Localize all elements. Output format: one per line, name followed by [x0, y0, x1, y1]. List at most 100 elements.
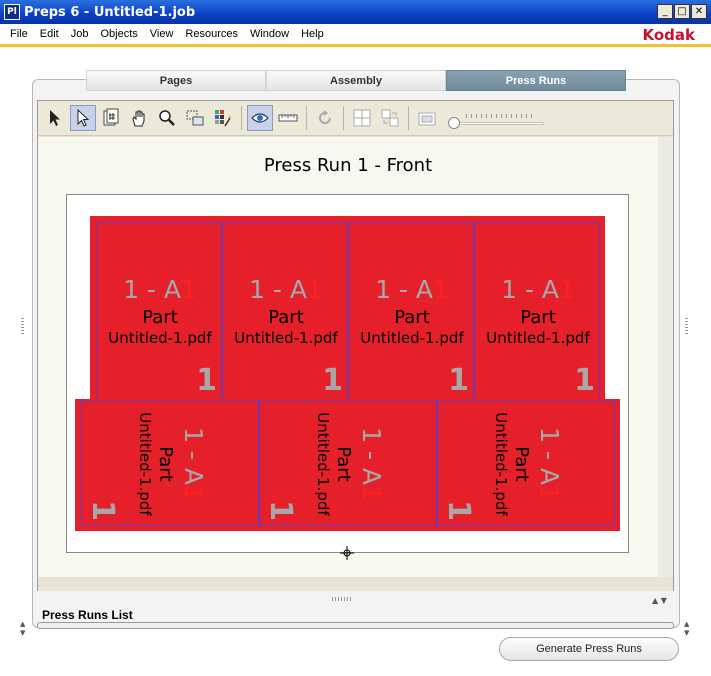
- close-button[interactable]: ✕: [691, 4, 707, 19]
- rotated-page: 1 - A1 Part Untitled-1.pdf 1: [260, 401, 436, 525]
- part-label: Part: [333, 446, 354, 482]
- page-cell-top[interactable]: 1 - A1 Part Untitled-1.pdf 1: [348, 222, 474, 400]
- window-title: Preps 6 - Untitled-1.job: [24, 4, 196, 20]
- page-number-label: 1: [322, 363, 343, 398]
- page-content: 1 - A1 Part Untitled-1.pdf 1: [475, 223, 599, 399]
- page-id-main: 1 - A: [179, 427, 208, 486]
- film-icon[interactable]: [414, 105, 440, 131]
- page-number-label: 1: [85, 500, 120, 521]
- tab-pages[interactable]: Pages: [86, 70, 266, 91]
- layout-icon[interactable]: [349, 105, 375, 131]
- page-id-main: 1 - A: [501, 275, 560, 304]
- horizontal-scrollbar[interactable]: [38, 577, 673, 591]
- file-name-label: Untitled-1.pdf: [492, 412, 510, 516]
- kodak-logo: Kodak: [642, 26, 696, 44]
- app-icon: Pl: [4, 4, 20, 20]
- generate-press-runs-button[interactable]: Generate Press Runs: [499, 637, 679, 661]
- page-id-accent: 1: [357, 485, 386, 501]
- page-cell-bottom[interactable]: 1 - A1 Part Untitled-1.pdf 1: [259, 400, 437, 526]
- right-resize-arrows-icon[interactable]: ▲ ▼: [684, 620, 689, 638]
- hand-icon[interactable]: [126, 105, 152, 131]
- maximize-button[interactable]: □: [674, 4, 690, 19]
- menu-help[interactable]: Help: [295, 28, 330, 40]
- press-runs-list-label: Press Runs List: [42, 608, 133, 622]
- page-id-main: 1 - A: [123, 275, 182, 304]
- menu-bar: File Edit Job Objects View Resources Win…: [0, 24, 711, 44]
- page-content: 1 - A1 Part Untitled-1.pdf 1: [260, 401, 436, 525]
- page-id-accent: 1: [181, 275, 197, 304]
- slider-thumb[interactable]: [448, 117, 460, 129]
- rotated-page: 1 - A1 Part Untitled-1.pdf 1: [82, 401, 258, 525]
- menu-window[interactable]: Window: [244, 28, 295, 40]
- page-cell-top[interactable]: 1 - A1 Part Untitled-1.pdf 1: [96, 222, 222, 400]
- marquee-icon[interactable]: [182, 105, 208, 131]
- page-id-label: 1 - A1: [223, 275, 347, 304]
- view-tabs: Pages Assembly Press Runs: [86, 70, 626, 91]
- left-splitter-handle[interactable]: [21, 318, 24, 336]
- rotate-icon[interactable]: [312, 105, 338, 131]
- page-number-label: 1: [441, 500, 476, 521]
- horizontal-splitter-handle[interactable]: [332, 597, 352, 601]
- part-label: Part: [520, 307, 556, 328]
- page-content: 1 - A1 Part Untitled-1.pdf 1: [97, 223, 221, 399]
- part-label: Part: [142, 307, 178, 328]
- page-id-label: 1 - A1: [357, 401, 386, 525]
- toolbar-separator: [408, 106, 409, 130]
- page-id-label: 1 - A1: [97, 275, 221, 304]
- page-id-accent: 1: [535, 485, 564, 501]
- tab-assembly[interactable]: Assembly: [266, 70, 446, 91]
- minimize-button[interactable]: _: [657, 4, 673, 19]
- page-cell-bottom[interactable]: 1 - A1 Part Untitled-1.pdf 1: [437, 400, 615, 526]
- title-bar: Pl Preps 6 - Untitled-1.job _ □ ✕: [0, 0, 711, 24]
- menu-edit[interactable]: Edit: [34, 28, 65, 40]
- toolbar: [38, 101, 673, 136]
- page-id-label: 1 - A1: [349, 275, 473, 304]
- crosshair-icon: [340, 546, 354, 560]
- color-grid-wand-icon[interactable]: [210, 105, 236, 131]
- window-controls: _ □ ✕: [657, 4, 707, 19]
- page-content: 1 - A1 Part Untitled-1.pdf 1: [349, 223, 473, 399]
- menu-job[interactable]: Job: [65, 28, 95, 40]
- part-label: Part: [511, 446, 532, 482]
- arrow-icon[interactable]: [42, 105, 68, 131]
- file-name-label: Untitled-1.pdf: [234, 329, 338, 347]
- page-id-main: 1 - A: [357, 427, 386, 486]
- page-number-label: 1: [448, 363, 469, 398]
- toolbar-separator: [306, 106, 307, 130]
- tab-press-runs[interactable]: Press Runs: [446, 70, 626, 91]
- page-number-label: 1: [263, 500, 298, 521]
- collapse-arrows-icon[interactable]: ▲ ▼: [652, 596, 667, 605]
- menu-resources[interactable]: Resources: [179, 28, 244, 40]
- menu-view[interactable]: View: [144, 28, 180, 40]
- page-number-label: 1: [196, 363, 217, 398]
- select-arrow-icon[interactable]: [70, 105, 96, 131]
- ruler-icon[interactable]: [275, 105, 301, 131]
- part-label: Part: [268, 307, 304, 328]
- part-label: Part: [155, 446, 176, 482]
- zoom-slider[interactable]: [448, 108, 548, 129]
- right-splitter-handle[interactable]: [685, 318, 688, 336]
- page-id-main: 1 - A: [249, 275, 308, 304]
- vertical-scrollbar[interactable]: [658, 137, 673, 577]
- menu-objects[interactable]: Objects: [94, 28, 143, 40]
- page-cell-bottom[interactable]: 1 - A1 Part Untitled-1.pdf 1: [81, 400, 259, 526]
- swap-icon[interactable]: [377, 105, 403, 131]
- page-content: 1 - A1 Part Untitled-1.pdf 1: [438, 401, 614, 525]
- eye-icon[interactable]: [247, 105, 273, 131]
- page-id-main: 1 - A: [375, 275, 434, 304]
- menu-file[interactable]: File: [4, 28, 34, 40]
- part-label: Part: [394, 307, 430, 328]
- page-cell-top[interactable]: 1 - A1 Part Untitled-1.pdf 1: [474, 222, 600, 400]
- press-runs-list[interactable]: [37, 622, 674, 629]
- page-id-accent: 1: [433, 275, 449, 304]
- page-number-icon[interactable]: [98, 105, 124, 131]
- page-cell-top[interactable]: 1 - A1 Part Untitled-1.pdf 1: [222, 222, 348, 400]
- press-run-title: Press Run 1 - Front: [263, 155, 433, 176]
- magnifier-icon[interactable]: [154, 105, 180, 131]
- file-name-label: Untitled-1.pdf: [136, 412, 154, 516]
- rotated-page: 1 - A1 Part Untitled-1.pdf 1: [438, 401, 614, 525]
- slider-ticks: [466, 114, 536, 118]
- page-id-main: 1 - A: [535, 427, 564, 486]
- slider-track: [452, 122, 544, 125]
- left-resize-arrows-icon[interactable]: ▲ ▼: [20, 620, 25, 638]
